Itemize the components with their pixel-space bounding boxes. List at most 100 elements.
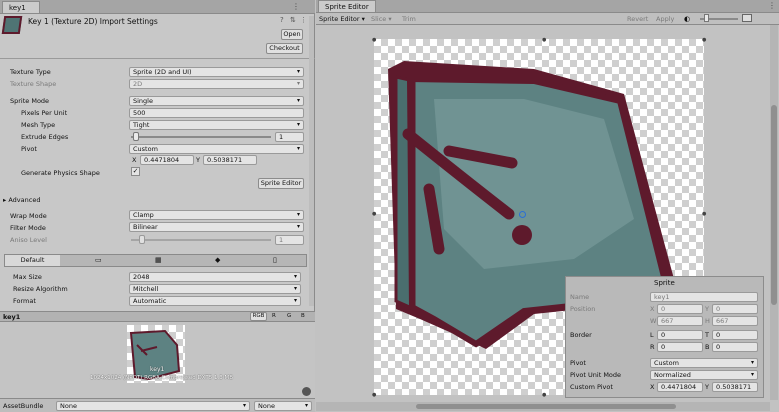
inspector-tabstrip: key1 ⋮: [0, 0, 315, 14]
tab-default[interactable]: Default: [5, 255, 60, 266]
handle-bottom[interactable]: ●: [542, 392, 546, 398]
sprite-border-label: Border: [570, 331, 592, 339]
physics-checkbox[interactable]: ✓: [131, 167, 140, 176]
sprite-mode-dropdown[interactable]: Single: [129, 96, 304, 106]
preview-header: key1 RGB R G B: [0, 311, 315, 322]
r-toggle[interactable]: R: [272, 313, 276, 319]
texture-shape-label: Texture Shape: [10, 80, 57, 88]
revert-button[interactable]: Revert: [627, 15, 648, 23]
sprite-editor-button[interactable]: Sprite Editor: [258, 178, 304, 189]
resize-dropdown[interactable]: Mitchell: [129, 284, 301, 294]
sprite-canvas[interactable]: ● ● ● ● ● ● ● Sprite Name key1 Position …: [316, 25, 779, 412]
wrap-label: Wrap Mode: [10, 212, 47, 220]
border-l-input[interactable]: 0: [657, 330, 703, 340]
custom-pivot-x-input[interactable]: 0.4471804: [657, 382, 703, 392]
assetbundle-variant-dropdown[interactable]: None: [254, 401, 312, 411]
pivot-dropdown[interactable]: Custom: [129, 144, 304, 154]
open-button[interactable]: Open: [281, 29, 303, 40]
checkout-button[interactable]: Checkout: [266, 43, 303, 54]
filter-dropdown[interactable]: Bilinear: [129, 222, 304, 232]
settings-icon[interactable]: ⇅: [290, 16, 296, 24]
vertical-scroll-thumb[interactable]: [771, 105, 777, 305]
advanced-label: Advanced: [8, 196, 41, 204]
border-t-input[interactable]: 0: [712, 330, 758, 340]
sprite-name-label: Name: [570, 293, 590, 301]
header-divider: [0, 58, 315, 59]
pivot-x-input[interactable]: 0.4471804: [140, 155, 194, 165]
platform-tabs: Default ▭ ▦ ◆ ▯: [4, 254, 307, 267]
preview-area: key1 1024x1024 (NPOT) RGBA Compressed DX…: [0, 322, 315, 398]
assetbundle-label: AssetBundle: [3, 402, 44, 410]
mesh-type-dropdown[interactable]: Tight: [129, 120, 304, 130]
sprite-editor-more-icon[interactable]: ⋮: [768, 1, 776, 10]
sprite-position-label: Position: [570, 305, 596, 313]
preview-title: key1: [3, 313, 21, 321]
sprite-properties-panel: Sprite Name key1 Position X 0 Y 0 W 667 …: [565, 276, 764, 398]
monitor-icon[interactable]: ▭: [95, 256, 102, 264]
pivot-y-input[interactable]: 0.5038171: [203, 155, 257, 165]
extrude-slider-track[interactable]: [131, 136, 271, 138]
max-size-dropdown[interactable]: 2048: [129, 272, 301, 282]
extrude-slider-handle[interactable]: [133, 132, 139, 141]
ppu-label: Pixels Per Unit: [21, 109, 68, 117]
ppu-input[interactable]: 500: [129, 108, 304, 118]
sprite-editor-toolbar: Sprite Editor ▾ Slice ▾ Trim Revert Appl…: [316, 13, 779, 25]
horizontal-scroll-thumb[interactable]: [416, 404, 676, 409]
help-icon[interactable]: ?: [280, 16, 284, 24]
texture-thumb-icon: [1, 16, 23, 34]
border-r-input[interactable]: 0: [657, 342, 703, 352]
sprite-pivot-dropdown[interactable]: Custom: [650, 358, 758, 368]
texture-type-label: Texture Type: [10, 68, 51, 76]
handle-top-right[interactable]: ●: [702, 37, 706, 43]
border-b-label: B: [705, 343, 710, 351]
aniso-slider-handle: [139, 235, 145, 244]
position-w-label: W: [650, 317, 657, 325]
filter-label: Filter Mode: [10, 224, 46, 232]
wrap-dropdown[interactable]: Clamp: [129, 210, 304, 220]
trim-button: Trim: [402, 15, 416, 23]
aniso-input: 1: [275, 235, 304, 245]
assetbundle-dropdown[interactable]: None: [56, 401, 250, 411]
max-size-label: Max Size: [13, 273, 42, 281]
border-l-label: L: [650, 331, 654, 339]
tab-sprite-editor[interactable]: Sprite Editor: [318, 0, 376, 12]
more-icon[interactable]: ⋮: [292, 2, 300, 11]
vertical-scrollbar[interactable]: [770, 25, 778, 400]
preview-toggle-icon[interactable]: [302, 387, 311, 396]
position-y-input: 0: [712, 304, 758, 314]
position-x-label: X: [650, 305, 655, 313]
apply-button[interactable]: Apply: [656, 15, 674, 23]
mipmap-icon[interactable]: [742, 14, 752, 22]
sprite-editor-mode-menu[interactable]: Sprite Editor ▾: [319, 15, 365, 23]
tab-key1[interactable]: key1: [2, 1, 40, 13]
handle-top-left[interactable]: ●: [372, 37, 376, 43]
format-label: Format: [13, 297, 36, 305]
extrude-input[interactable]: 1: [275, 132, 304, 142]
assetbundle-bar: AssetBundle None None: [0, 398, 315, 412]
zoom-slider-handle[interactable]: [704, 14, 709, 22]
horizontal-scrollbar[interactable]: [316, 402, 770, 411]
color-toggle-icon[interactable]: ◐: [684, 15, 690, 23]
advanced-foldout[interactable]: ▸ Advanced: [3, 196, 40, 204]
handle-left[interactable]: ●: [372, 211, 376, 217]
trash-icon[interactable]: ▯: [273, 256, 277, 264]
handle-top[interactable]: ●: [542, 37, 546, 43]
android-icon[interactable]: ◆: [215, 256, 220, 264]
inspector-scrollbar[interactable]: [309, 16, 314, 306]
pivot-unit-dropdown[interactable]: Normalized: [650, 370, 758, 380]
handle-right[interactable]: ●: [702, 211, 706, 217]
rgb-button[interactable]: RGB: [250, 312, 267, 321]
more-options-icon[interactable]: ⋮: [300, 16, 307, 24]
b-toggle[interactable]: B: [301, 313, 305, 319]
custom-pivot-y-input[interactable]: 0.5038171: [712, 382, 758, 392]
custom-pivot-y-label: Y: [705, 383, 709, 391]
format-dropdown[interactable]: Automatic: [129, 296, 301, 306]
texture-type-dropdown[interactable]: Sprite (2D and UI): [129, 67, 304, 77]
g-toggle[interactable]: G: [287, 313, 291, 319]
grid-icon[interactable]: ▦: [155, 256, 162, 264]
position-h-label: H: [705, 317, 710, 325]
pivot-handle[interactable]: [519, 211, 526, 218]
handle-bottom-left[interactable]: ●: [372, 392, 376, 398]
border-b-input[interactable]: 0: [712, 342, 758, 352]
mesh-type-label: Mesh Type: [21, 121, 56, 129]
